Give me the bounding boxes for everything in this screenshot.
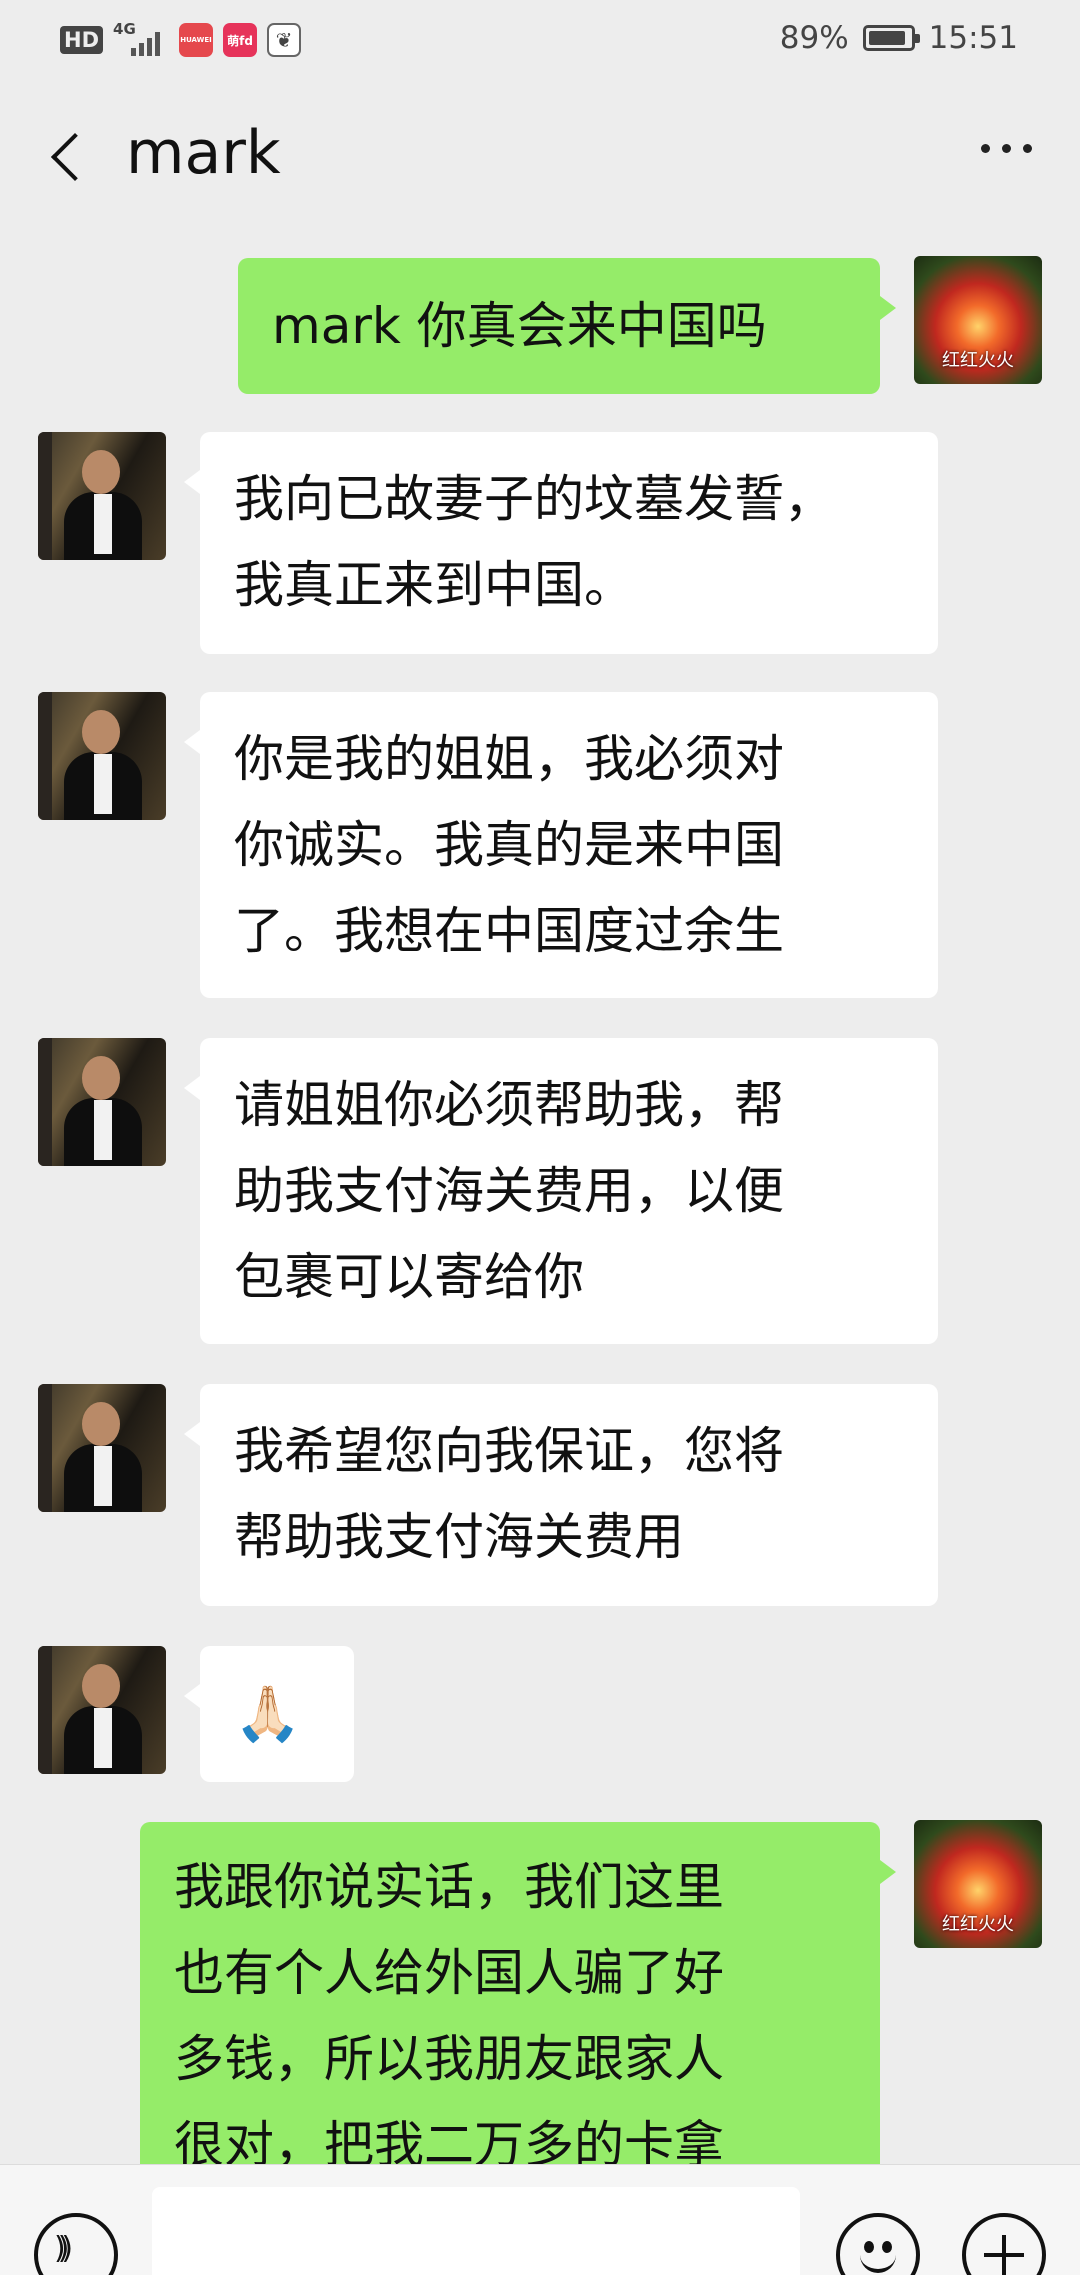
huawei-app-icon: HUAWEI <box>179 23 214 57</box>
page-title: mark <box>126 118 281 188</box>
message-bubble[interactable]: 我跟你说实话，我们这里 也有个人给外国人骗了好 多钱，所以我朋友跟家人 很对，把… <box>140 1822 896 2164</box>
chevron-left-icon[interactable] <box>38 120 98 200</box>
avatar[interactable] <box>38 1038 166 1166</box>
signal-icon: 4G <box>113 20 169 58</box>
clock: 15:51 <box>928 20 1018 56</box>
avatar[interactable] <box>38 1646 166 1774</box>
chat-header: mark <box>0 82 1080 234</box>
voice-icon[interactable] <box>34 2213 118 2275</box>
message-bubble[interactable]: 你是我的姐姐，我必须对 你诚实。我真的是来中国 了。我想在中国度过余生 <box>184 692 938 998</box>
paw-icon: ❦ <box>267 23 302 57</box>
message-bubble[interactable]: 🙏🏻 <box>184 1646 354 1782</box>
hd-indicator: HD <box>60 26 104 54</box>
avatar[interactable] <box>38 1384 166 1512</box>
status-bar: HD 4G HUAWEI 萌fd ❦ 89% 15:51 <box>0 0 1080 82</box>
message-bubble[interactable]: mark 你真会来中国吗 <box>238 258 896 394</box>
message-bubble[interactable]: 请姐姐你必须帮助我，帮 助我支付海关费用，以便 包裹可以寄给你 <box>184 1038 938 1344</box>
battery-percent: 89% <box>779 20 849 56</box>
message-list[interactable]: 红红火火 mark 你真会来中国吗 我向已故妻子的坟墓发誓， 我真正来到中国。 … <box>0 234 1080 2164</box>
avatar[interactable] <box>38 692 166 820</box>
avatar[interactable]: 红红火火 <box>914 256 1042 384</box>
input-bar <box>0 2164 1080 2275</box>
battery-icon <box>862 25 920 51</box>
message-input[interactable] <box>152 2187 800 2275</box>
plus-icon[interactable] <box>962 2213 1046 2275</box>
emoji-icon[interactable] <box>836 2213 920 2275</box>
avatar[interactable] <box>38 432 166 560</box>
shopping-app-icon: 萌fd <box>223 23 258 57</box>
avatar[interactable]: 红红火火 <box>914 1820 1042 1948</box>
chat-screen: HD 4G HUAWEI 萌fd ❦ 89% 15:51 mark 红红火火 m… <box>0 0 1080 2275</box>
ellipsis-icon[interactable] <box>981 144 1032 153</box>
message-bubble[interactable]: 我向已故妻子的坟墓发誓， 我真正来到中国。 <box>184 432 938 654</box>
message-bubble[interactable]: 我希望您向我保证，您将 帮助我支付海关费用 <box>184 1384 938 1606</box>
